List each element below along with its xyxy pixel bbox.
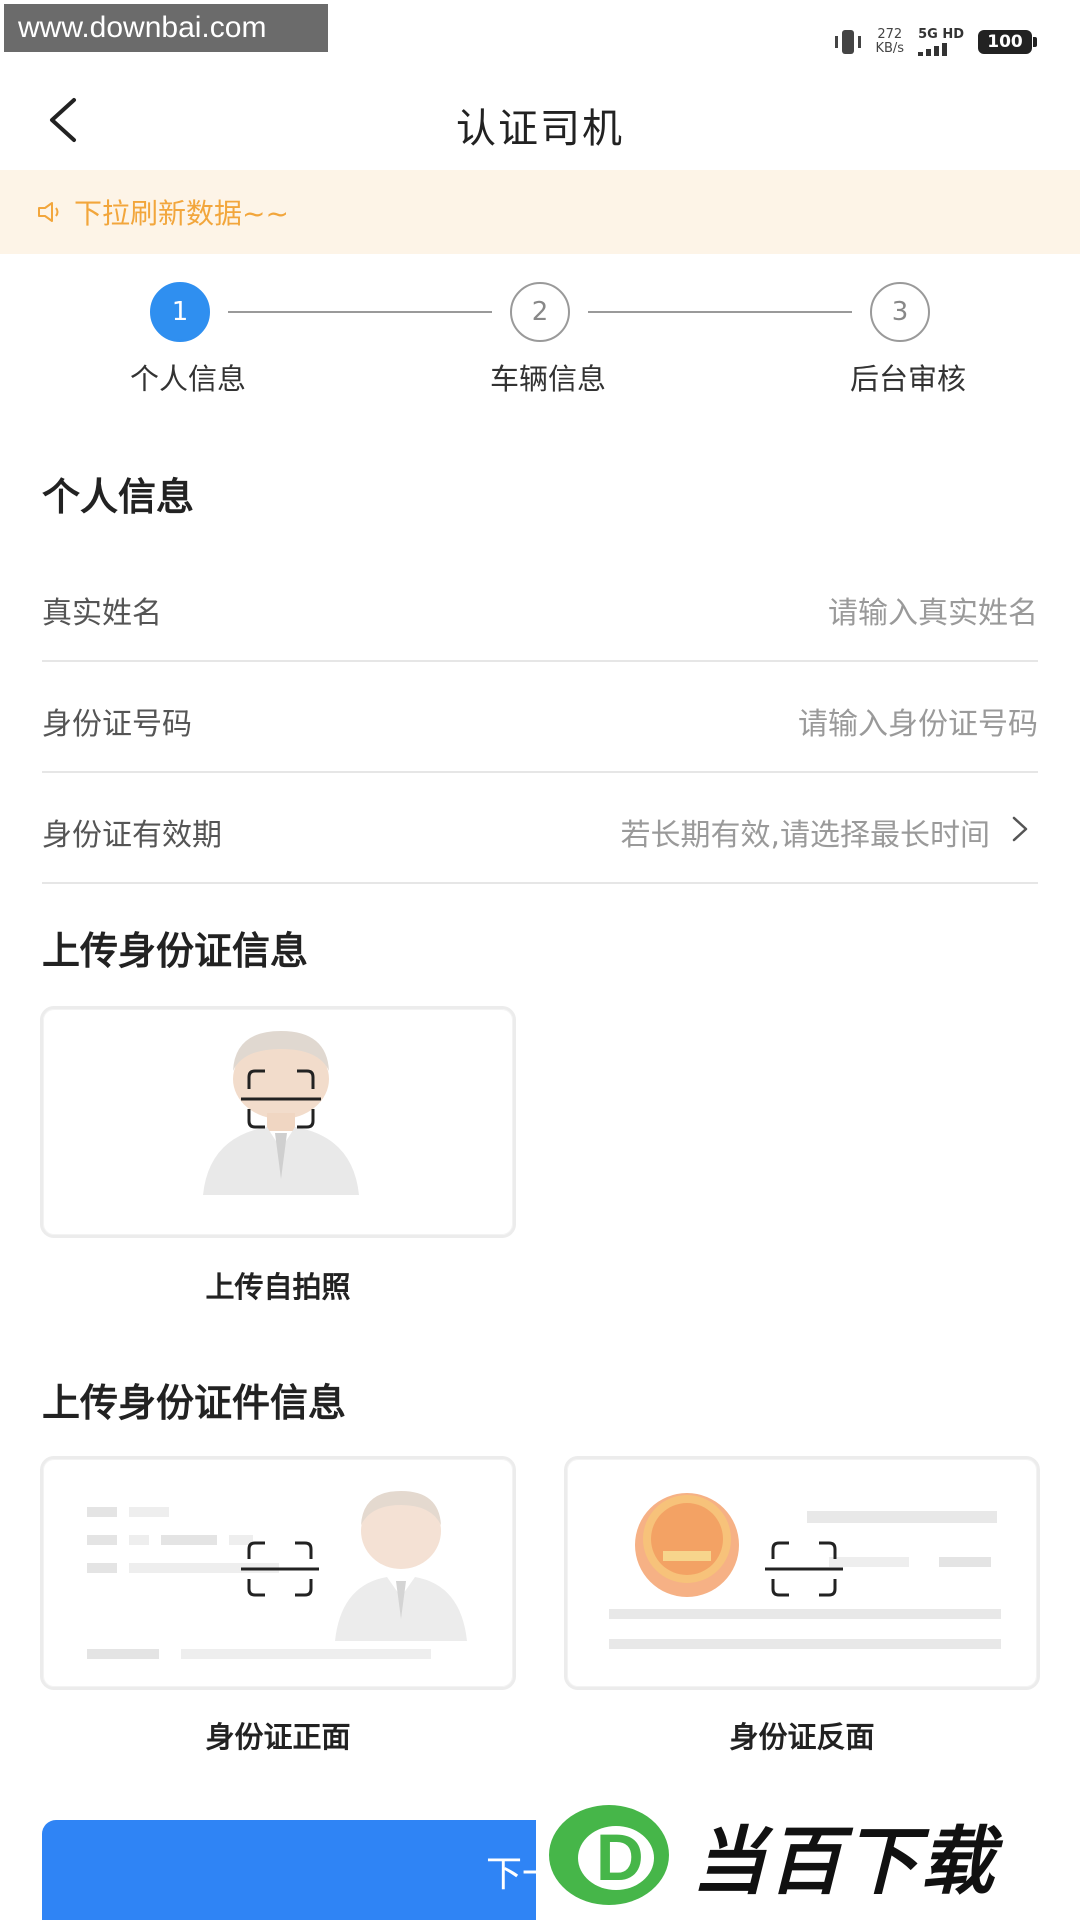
chevron-right-icon (1012, 816, 1028, 842)
id-front-placeholder-icon (87, 1491, 467, 1659)
step-connector (228, 311, 492, 313)
battery-icon: 100 (978, 30, 1037, 54)
id-validity-picker[interactable]: 若长期有效,请选择最长时间 (620, 810, 990, 854)
id-validity-row[interactable]: 身份证有效期 若长期有效,请选择最长时间 (42, 774, 1038, 884)
selfie-caption: 上传自拍照 (205, 1270, 351, 1304)
real-name-input[interactable]: 请输入真实姓名 (828, 588, 1038, 632)
step-3-label: 后台审核 (849, 362, 966, 396)
logo-letter: D (596, 1820, 644, 1894)
signal-block: 5G HD (918, 28, 964, 56)
downbai-logo-icon: D (549, 1805, 669, 1905)
progress-steps: 1 2 3 个人信息 车辆信息 后台审核 (0, 254, 1080, 404)
network-type: 5G HD (918, 27, 964, 42)
net-speed: 272 KB/s (875, 28, 904, 56)
selfie-upload-card[interactable] (40, 1006, 516, 1238)
watermark-logo: D 当百下载 (536, 1790, 1080, 1920)
signal-bars-icon (918, 42, 964, 56)
id-back-upload-card[interactable] (564, 1456, 1040, 1690)
refresh-notice: 下拉刷新数据~~ (0, 170, 1080, 254)
notice-text: 下拉刷新数据~~ (74, 197, 289, 230)
net-speed-unit: KB/s (875, 41, 905, 56)
id-number-label: 身份证号码 (42, 707, 192, 742)
id-number-input[interactable]: 请输入身份证号码 (798, 699, 1038, 743)
id-back-caption: 身份证反面 (729, 1720, 875, 1754)
step-3-circle: 3 (870, 282, 930, 342)
upload-id-title: 上传身份证信息 (42, 929, 309, 973)
upload-doc-title: 上传身份证件信息 (42, 1381, 347, 1425)
id-back-placeholder-icon (609, 1493, 1001, 1649)
vibrate-icon (835, 27, 862, 57)
status-icons: 272 KB/s 5G HD 100 (835, 22, 1037, 62)
net-speed-value: 272 (877, 27, 903, 42)
id-validity-label: 身份证有效期 (42, 818, 222, 853)
status-bar: www.downbai.com 272 KB/s 5G HD 100 (0, 0, 1080, 70)
step-1-label: 个人信息 (129, 362, 246, 396)
step-connector (588, 311, 852, 313)
id-front-upload-card[interactable] (40, 1456, 516, 1690)
personal-info-title: 个人信息 (42, 475, 195, 519)
step-2-label: 车辆信息 (489, 362, 606, 396)
id-front-caption: 身份证正面 (205, 1720, 351, 1754)
page-title: 认证司机 (456, 106, 624, 152)
step-1-circle: 1 (150, 282, 210, 342)
speaker-icon (38, 202, 59, 222)
selfie-placeholder-icon (203, 1031, 359, 1195)
watermark-text: 当百下载 (692, 1818, 996, 1905)
watermark-url: www.downbai.com (4, 4, 328, 52)
real-name-row[interactable]: 真实姓名 请输入真实姓名 (42, 552, 1038, 662)
step-2-circle: 2 (510, 282, 570, 342)
id-number-row[interactable]: 身份证号码 请输入身份证号码 (42, 663, 1038, 773)
nav-bar: 认证司机 (0, 70, 1080, 170)
real-name-label: 真实姓名 (42, 596, 162, 631)
